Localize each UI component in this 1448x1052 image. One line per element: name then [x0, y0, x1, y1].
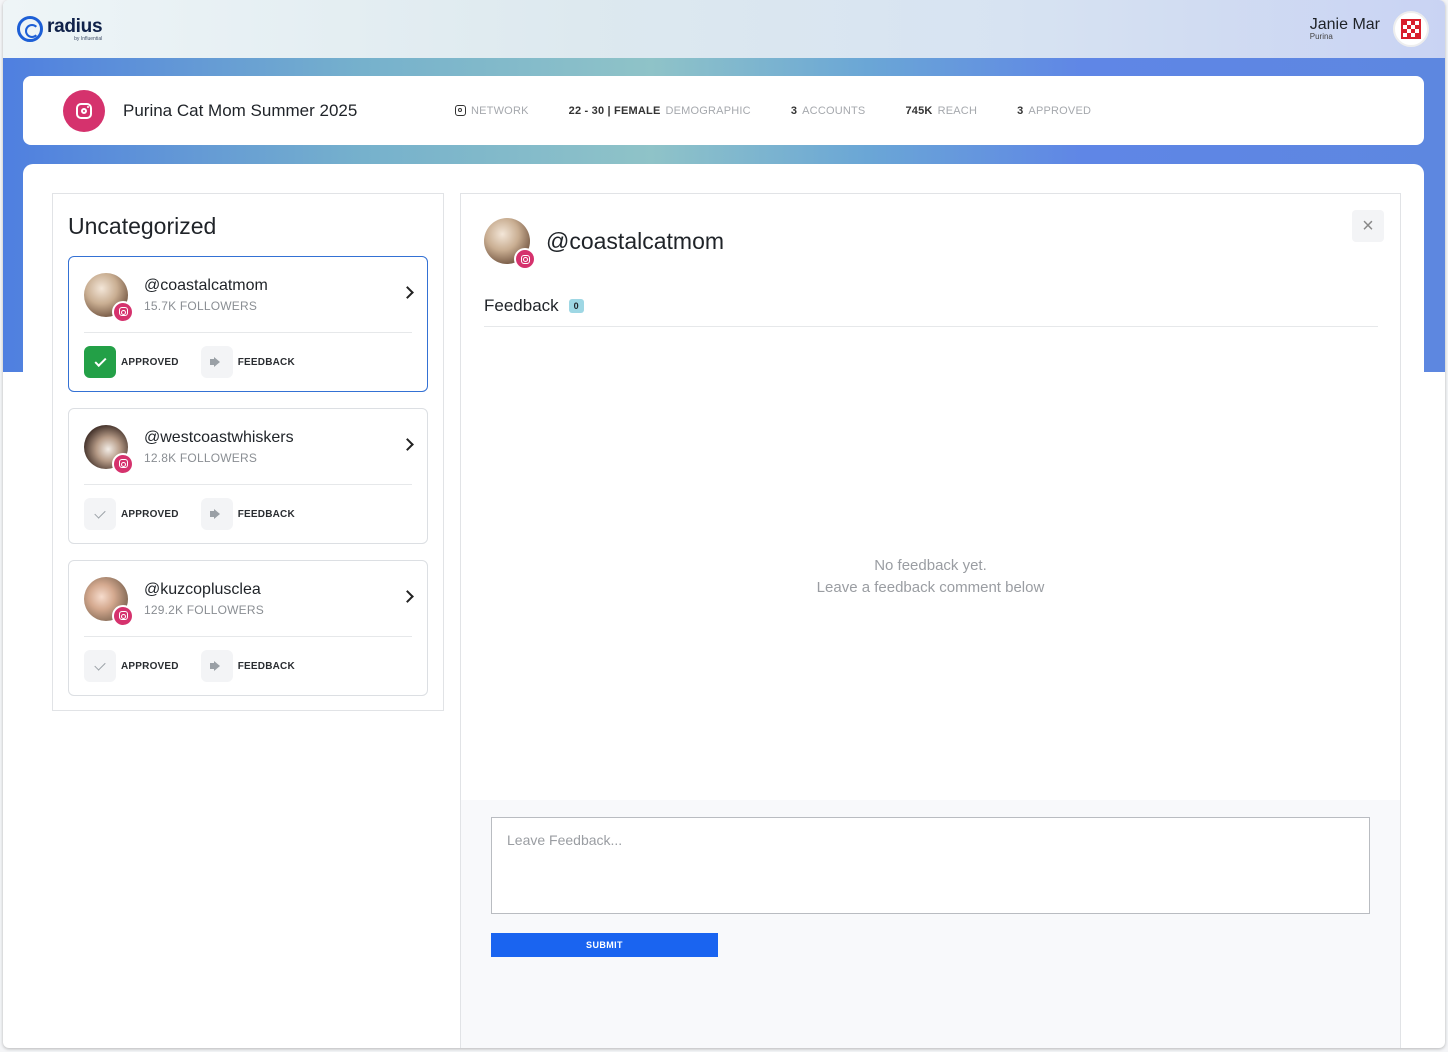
feedback-button[interactable]: FEEDBACK: [200, 498, 295, 530]
top-bar: radius by Influential Janie Mar Purina: [3, 0, 1445, 58]
empty-state: No feedback yet. Leave a feedback commen…: [816, 557, 1045, 596]
radius-logo-icon: [17, 16, 43, 42]
purina-checkerboard-icon: [1401, 19, 1421, 39]
follower-count: 12.8K FOLLOWERS: [144, 450, 258, 465]
stat-reach: 745K REACH: [905, 104, 978, 117]
stat-approved: 3 APPROVED: [1017, 104, 1092, 117]
close-icon: ×: [1362, 215, 1374, 237]
megaphone-icon: [200, 346, 233, 378]
account-card[interactable]: @coastalcatmom 15.7K FOLLOWERS APPROVED …: [68, 256, 428, 392]
feedback-header: Feedback 0: [484, 296, 1378, 327]
instagram-icon: [112, 604, 134, 627]
approve-button[interactable]: APPROVED: [84, 498, 179, 530]
user-org: Purina: [1309, 32, 1333, 42]
feedback-composer: SUBMIT: [461, 800, 1400, 1048]
account-card[interactable]: @westcoastwhiskers 12.8K FOLLOWERS APPRO…: [68, 408, 428, 544]
feedback-button[interactable]: FEEDBACK: [200, 346, 295, 378]
campaign-stats: NETWORK 22 - 30 | FEMALE DEMOGRAPHIC 3 A…: [455, 105, 1131, 117]
campaign-header: Purina Cat Mom Summer 2025 NETWORK 22 - …: [23, 76, 1424, 145]
main-content: Uncategorized @coastalcatmom 15.7K FOLLO…: [23, 164, 1424, 1048]
chevron-right-icon[interactable]: [401, 590, 414, 603]
instagram-icon: [112, 452, 134, 475]
app-window: radius by Influential Janie Mar Purina P…: [3, 0, 1445, 1048]
submit-button[interactable]: SUBMIT: [491, 933, 718, 957]
megaphone-icon: [200, 498, 233, 530]
brand-subtitle: by Influential: [74, 35, 103, 42]
account-detail-panel: @coastalcatmom × Feedback 0 No feedback …: [460, 193, 1401, 1048]
feedback-button[interactable]: FEEDBACK: [200, 650, 295, 682]
chevron-right-icon[interactable]: [401, 438, 414, 451]
detail-handle: @coastalcatmom: [546, 227, 725, 254]
brand-name: radius: [47, 15, 103, 37]
megaphone-icon: [200, 650, 233, 682]
stat-network: NETWORK: [455, 105, 529, 117]
check-icon: [84, 498, 116, 530]
follower-count: 15.7K FOLLOWERS: [144, 298, 258, 313]
instagram-icon: [455, 105, 466, 116]
account-card[interactable]: @kuzcoplusclea 129.2K FOLLOWERS APPROVED…: [68, 560, 428, 696]
instagram-icon: [112, 300, 134, 323]
follower-count: 129.2K FOLLOWERS: [144, 602, 264, 617]
instagram-icon: [63, 89, 105, 132]
account-handle: @coastalcatmom: [144, 276, 268, 294]
feedback-input[interactable]: [491, 817, 1370, 914]
stat-demographic: 22 - 30 | FEMALE DEMOGRAPHIC: [568, 104, 751, 117]
campaign-title: Purina Cat Mom Summer 2025: [123, 100, 358, 120]
feedback-count-badge: 0: [568, 299, 584, 313]
account-handle: @kuzcoplusclea: [144, 580, 261, 598]
approve-button[interactable]: APPROVED: [84, 650, 179, 682]
user-menu[interactable]: Janie Mar Purina: [1310, 11, 1429, 47]
feedback-title: Feedback: [484, 296, 559, 315]
close-button[interactable]: ×: [1352, 210, 1384, 242]
check-icon: [84, 346, 116, 378]
list-title: Uncategorized: [68, 213, 217, 239]
radius-logo[interactable]: radius by Influential: [17, 15, 103, 42]
chevron-right-icon[interactable]: [401, 286, 414, 299]
check-icon: [84, 650, 116, 682]
user-name: Janie Mar: [1309, 15, 1380, 33]
stat-accounts: 3 ACCOUNTS: [790, 104, 866, 117]
instagram-icon: [514, 248, 536, 270]
account-handle: @westcoastwhiskers: [144, 428, 294, 446]
avatar[interactable]: [1393, 11, 1429, 47]
approve-button[interactable]: APPROVED: [84, 346, 179, 378]
account-list-panel: Uncategorized @coastalcatmom 15.7K FOLLO…: [52, 193, 444, 711]
